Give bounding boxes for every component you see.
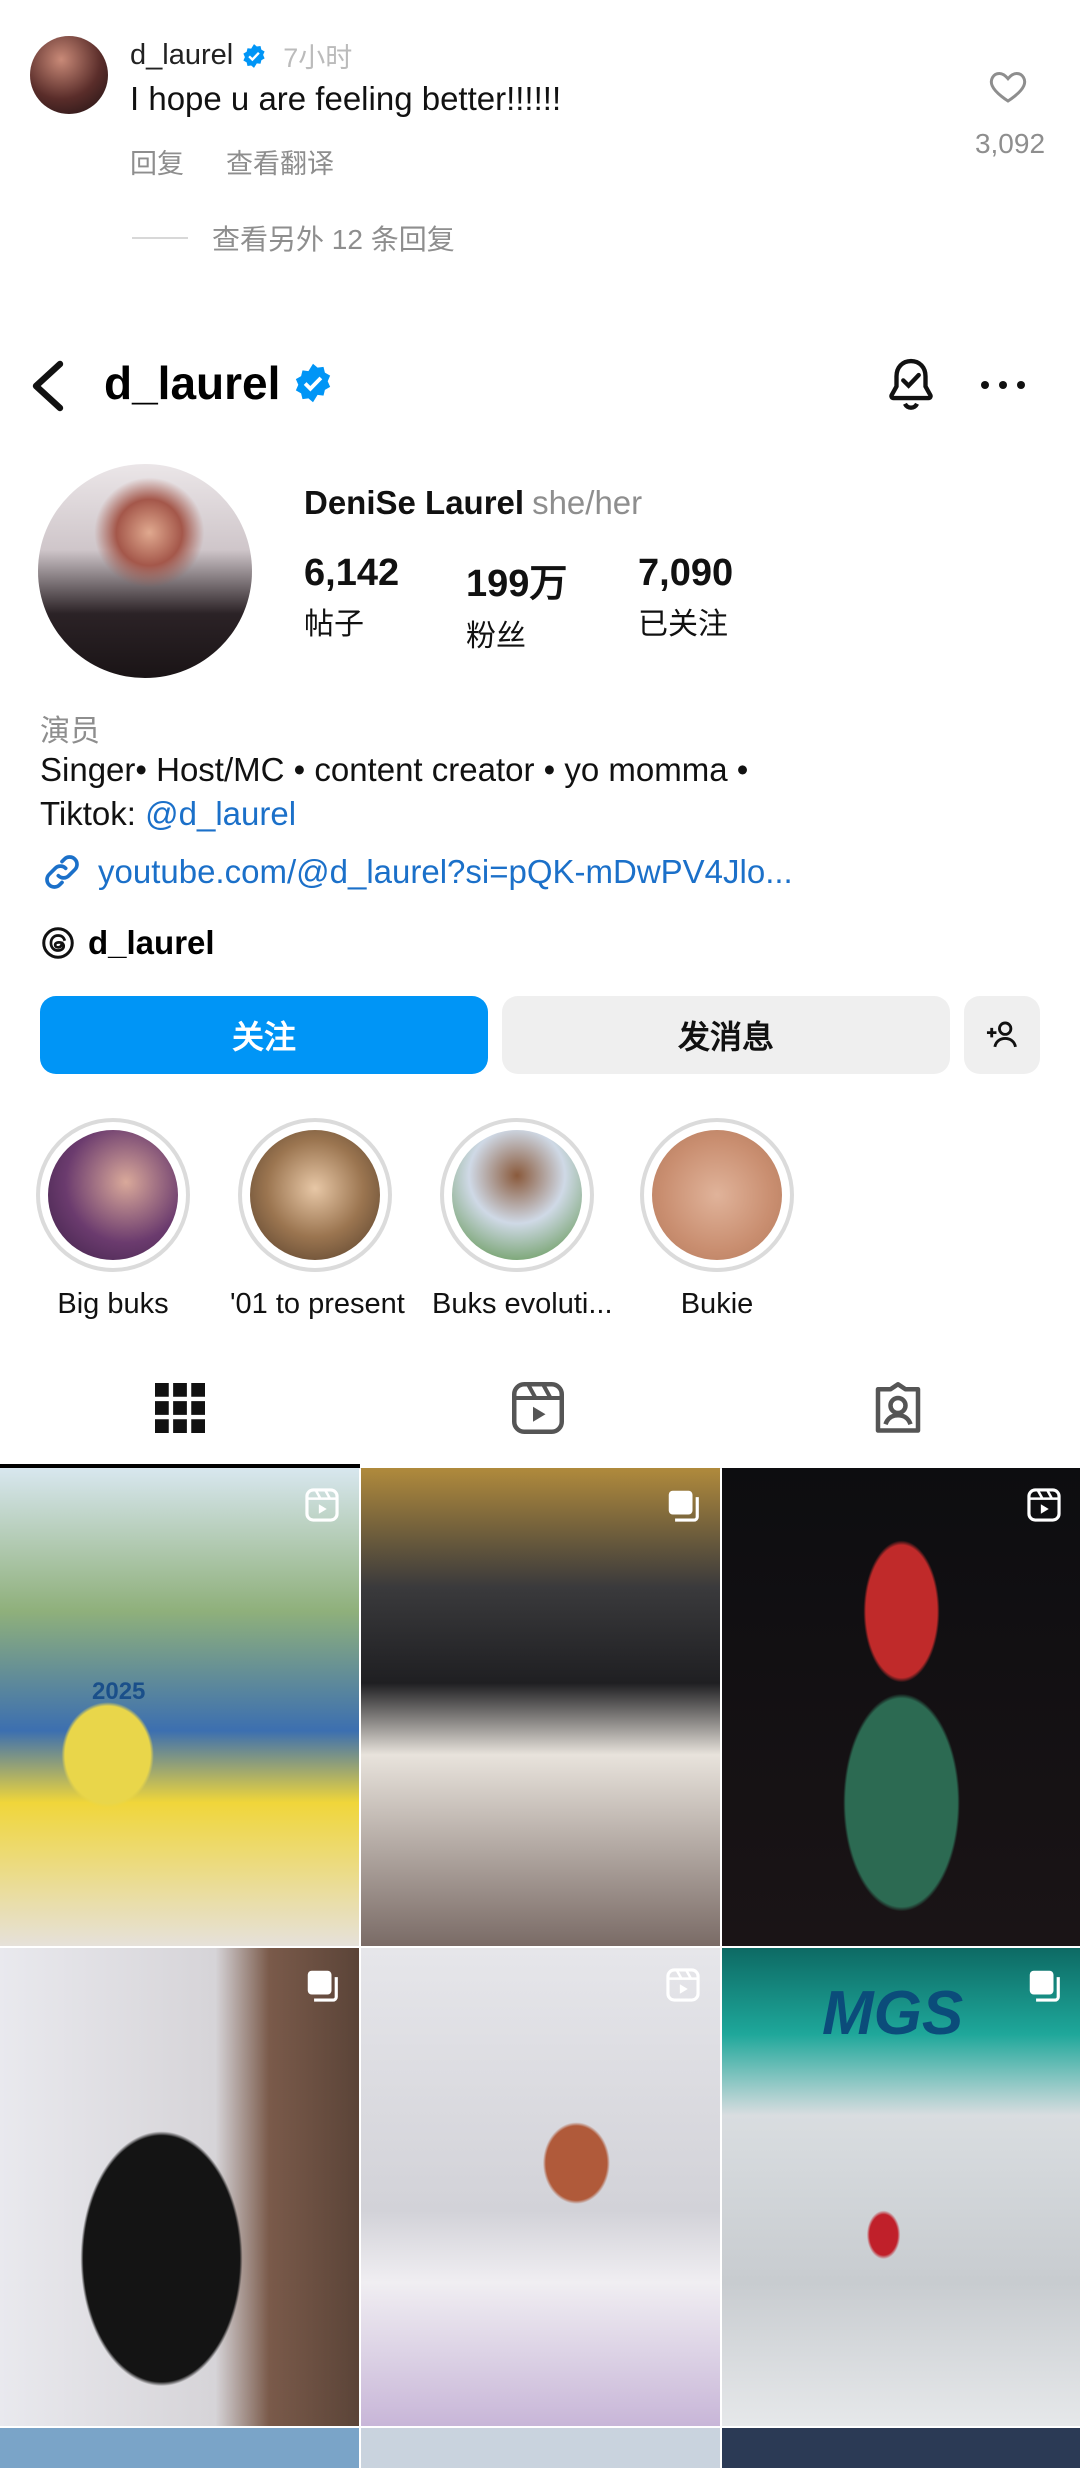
stat-value: 7,090 — [638, 552, 734, 594]
divider — [132, 237, 188, 239]
highlight-ring — [440, 1118, 594, 1272]
grid-post[interactable] — [361, 2428, 720, 2468]
highlight-cover — [48, 1130, 178, 1260]
post-overlay-text: MGS — [822, 1979, 964, 2048]
carousel-badge-icon — [1029, 1970, 1060, 2002]
verified-badge-icon — [243, 43, 265, 68]
tagged-icon[interactable] — [868, 1378, 928, 1438]
highlight-label: '01 to present — [230, 1288, 405, 1320]
stat-label: 粉丝 — [466, 620, 526, 653]
highlight-ring — [640, 1118, 794, 1272]
grid-post[interactable] — [0, 2428, 359, 2468]
highlight-label: Big buks — [57, 1288, 169, 1320]
highlight-cover — [250, 1130, 380, 1260]
pronouns: she/her — [532, 484, 643, 521]
bio-line-1: Singer• Host/MC • content creator • yo m… — [40, 751, 749, 788]
reel-badge-icon — [305, 1488, 339, 1522]
reel-badge-icon — [1027, 1488, 1061, 1522]
profile-username: d_laurel — [104, 357, 281, 409]
grid-post[interactable] — [0, 1948, 359, 2426]
carousel-badge-icon — [307, 1970, 338, 2002]
carousel-badge-icon — [668, 1490, 699, 1522]
post-overlay-text: 2025 — [92, 1678, 146, 1705]
bio-tiktok-handle[interactable]: @d_laurel — [145, 795, 296, 832]
grid-post[interactable] — [361, 1948, 720, 2426]
grid-post[interactable] — [722, 2428, 1080, 2468]
threads-link[interactable]: d_laurel — [40, 924, 215, 962]
commenter-avatar[interactable] — [30, 36, 108, 114]
profile-name-line: DeniSe Laurel she/her — [304, 484, 642, 522]
highlight-ring — [238, 1118, 392, 1272]
grid-icon[interactable] — [150, 1378, 210, 1438]
bio-tiktok-label: Tiktok: — [40, 795, 146, 832]
stat-label: 已关注 — [638, 608, 728, 641]
heart-icon[interactable] — [988, 66, 1028, 106]
profile-tabs — [0, 1360, 1080, 1469]
profile-category: 演员 — [40, 715, 100, 748]
suggest-users-button[interactable] — [964, 996, 1040, 1074]
comment-like-count: 3,092 — [974, 128, 1046, 159]
stat-value: 199万 — [466, 563, 568, 605]
verified-badge-icon — [296, 363, 331, 403]
back-arrow-icon[interactable] — [28, 358, 68, 414]
link-icon — [45, 855, 79, 889]
reply-button[interactable]: 回复 — [130, 142, 184, 181]
grid-post[interactable] — [722, 1468, 1080, 1946]
link-text: youtube.com/@d_laurel?si=pQK-mDwPV4Jlo..… — [98, 853, 793, 890]
threads-handle: d_laurel — [88, 924, 215, 961]
comment-time: 7小时 — [283, 43, 353, 73]
grid-post[interactable]: MGS — [722, 1948, 1080, 2426]
highlight-item[interactable]: Big buks — [28, 1118, 198, 1321]
highlight-item[interactable]: Buks evoluti... — [432, 1118, 613, 1321]
stat-value: 6,142 — [304, 552, 400, 594]
stat-followers[interactable]: 199万 粉丝 — [466, 552, 567, 655]
bio-line-2: Tiktok: @d_laurel — [40, 795, 296, 833]
follow-button[interactable]: 关注 — [40, 996, 488, 1074]
comment-header: d_laurel 7小时 — [130, 36, 352, 75]
view-more-replies-label: 查看另外 12 条回复 — [212, 224, 455, 255]
grid-post[interactable] — [361, 1468, 720, 1946]
stat-following[interactable]: 7,090 已关注 — [638, 552, 733, 643]
notification-bell-icon[interactable] — [882, 355, 940, 413]
highlight-item[interactable]: Bukie — [632, 1118, 802, 1321]
reel-badge-icon — [666, 1968, 700, 2002]
grid-post[interactable]: 2025 — [0, 1468, 359, 1946]
more-options-icon[interactable] — [980, 378, 1026, 392]
profile-username-header: d_laurel — [104, 356, 334, 410]
profile-link[interactable]: youtube.com/@d_laurel?si=pQK-mDwPV4Jlo..… — [40, 850, 793, 894]
message-button[interactable]: 发消息 — [502, 996, 950, 1074]
translate-button[interactable]: 查看翻译 — [226, 142, 334, 181]
highlight-label: Buks evoluti... — [432, 1288, 613, 1320]
highlight-ring — [36, 1118, 190, 1272]
highlight-item[interactable]: '01 to present — [230, 1118, 405, 1321]
add-person-icon — [986, 1021, 1017, 1048]
display-name: DeniSe Laurel — [304, 484, 525, 521]
highlight-cover — [452, 1130, 582, 1260]
profile-avatar[interactable] — [38, 464, 252, 678]
comment-username[interactable]: d_laurel — [130, 39, 233, 72]
threads-icon — [42, 927, 74, 959]
comment-actions: 回复 查看翻译 — [130, 142, 334, 181]
comment-text: I hope u are feeling better!!!!!! — [130, 80, 562, 117]
view-more-replies[interactable]: 查看另外 12 条回复 — [132, 218, 455, 258]
stat-label: 帖子 — [304, 608, 364, 641]
stat-posts[interactable]: 6,142 帖子 — [304, 552, 399, 643]
highlight-cover — [652, 1130, 782, 1260]
reels-icon[interactable] — [508, 1378, 568, 1438]
highlight-label: Bukie — [680, 1288, 754, 1320]
